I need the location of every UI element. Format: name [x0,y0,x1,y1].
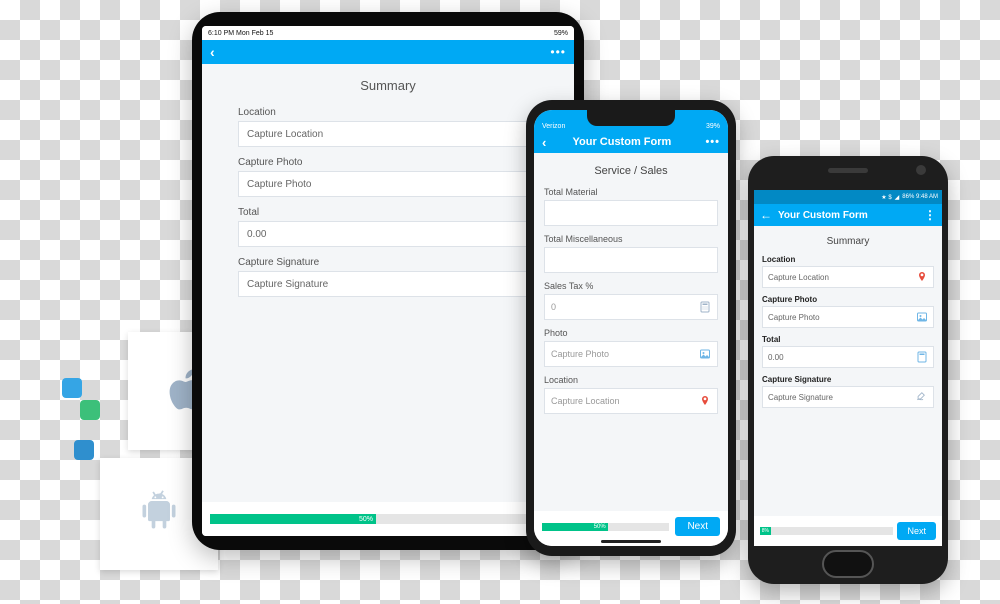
more-menu-icon[interactable]: ••• [705,136,720,148]
android-nav-header: ← Your Custom Form ⋮ [754,204,942,226]
field-label: Location [238,107,538,118]
field-placeholder: 0 [551,302,556,312]
iphone-notch [587,110,675,126]
decor-chip [80,400,100,420]
signal-icon: ◢ [895,194,900,201]
progress-bar: 50% [210,514,536,524]
total-field[interactable]: 0.00 [762,346,934,368]
progress-text: 8% [762,528,769,534]
iphone-nav-header: ‹ Your Custom Form ••• [534,131,728,153]
back-chevron-icon[interactable]: ‹ [210,44,215,60]
field-label: Total [238,207,538,218]
field-value: Capture Signature [768,393,833,402]
field-label: Total Material [544,187,718,197]
status-time: 6:10 PM Mon Feb 15 [208,30,273,37]
ipad-nav-header: ‹ ••• [202,40,574,64]
capture-photo-field[interactable]: Capture Photo [762,306,934,328]
field-label: Photo [544,328,718,338]
section-title: Summary [762,236,934,247]
total-material-input[interactable] [544,200,718,226]
nav-title: Your Custom Form [778,210,924,221]
front-camera [916,165,926,175]
decor-chip [74,440,94,460]
battery: 39% [706,123,720,130]
field-label: Location [762,255,934,264]
field-label: Total Miscellaneous [544,234,718,244]
location-pin-icon [916,271,928,283]
capture-signature-field[interactable]: Capture Signature [762,386,934,408]
capture-photo-field[interactable]: Capture Photo [238,171,538,197]
calculator-icon [699,301,711,313]
next-button[interactable]: Next [897,522,936,540]
capture-location-field[interactable]: Capture Location [544,388,718,414]
total-misc-input[interactable] [544,247,718,273]
field-placeholder: Capture Photo [551,349,609,359]
field-value: Capture Photo [768,313,820,322]
capture-photo-field[interactable]: Capture Photo [544,341,718,367]
field-label: Capture Photo [238,157,538,168]
capture-signature-field[interactable]: Capture Signature [238,271,538,297]
home-indicator [601,540,661,543]
field-label: Total [762,335,934,344]
capture-location-field[interactable]: Capture Location [762,266,934,288]
section-title: Service / Sales [544,165,718,177]
field-label: Sales Tax % [544,281,718,291]
android-statusbar: ★ $ ◢ 86% 9:48 AM [754,190,942,204]
status-text: 86% 9:48 AM [902,194,938,200]
field-label: Capture Signature [762,375,934,384]
decor-chip [62,378,82,398]
image-icon [916,311,928,323]
status-battery: 59% [554,30,568,37]
image-icon [699,348,711,360]
capture-location-field[interactable]: Capture Location [238,121,538,147]
field-label: Capture Signature [238,257,538,268]
field-label: Location [544,375,718,385]
progress-text: 50% [594,524,606,530]
home-button[interactable] [822,550,874,578]
next-button[interactable]: Next [675,517,720,536]
progress-text: 50% [359,516,373,523]
field-label: Capture Photo [762,295,934,304]
field-placeholder: Capture Location [551,396,620,406]
nav-title: Your Custom Form [538,136,705,148]
field-value: Capture Location [247,129,323,140]
android-device: ★ $ ◢ 86% 9:48 AM ← Your Custom Form ⋮ S… [748,156,948,584]
field-value: 0.00 [247,229,266,240]
android-logo-icon [137,490,181,539]
location-pin-icon [699,395,711,407]
ipad-statusbar: 6:10 PM Mon Feb 15 59% [202,26,574,40]
iphone-device: Verizon 39% ‹ Your Custom Form ••• Servi… [526,100,736,556]
more-menu-icon[interactable]: ••• [550,45,566,59]
field-value: Capture Signature [247,279,328,290]
calculator-icon [916,351,928,363]
total-field[interactable]: 0.00 [238,221,538,247]
back-arrow-icon[interactable]: ← [760,208,772,222]
field-value: 0.00 [768,353,784,362]
section-title: Summary [238,78,538,93]
sales-tax-input[interactable]: 0 [544,294,718,320]
field-value: Capture Location [768,273,829,282]
progress-bar: 8% [760,527,893,535]
carrier: Verizon [542,123,565,130]
progress-bar: 50% [542,523,669,531]
field-value: Capture Photo [247,179,312,190]
signature-pen-icon [916,391,928,403]
more-menu-icon[interactable]: ⋮ [924,208,936,222]
